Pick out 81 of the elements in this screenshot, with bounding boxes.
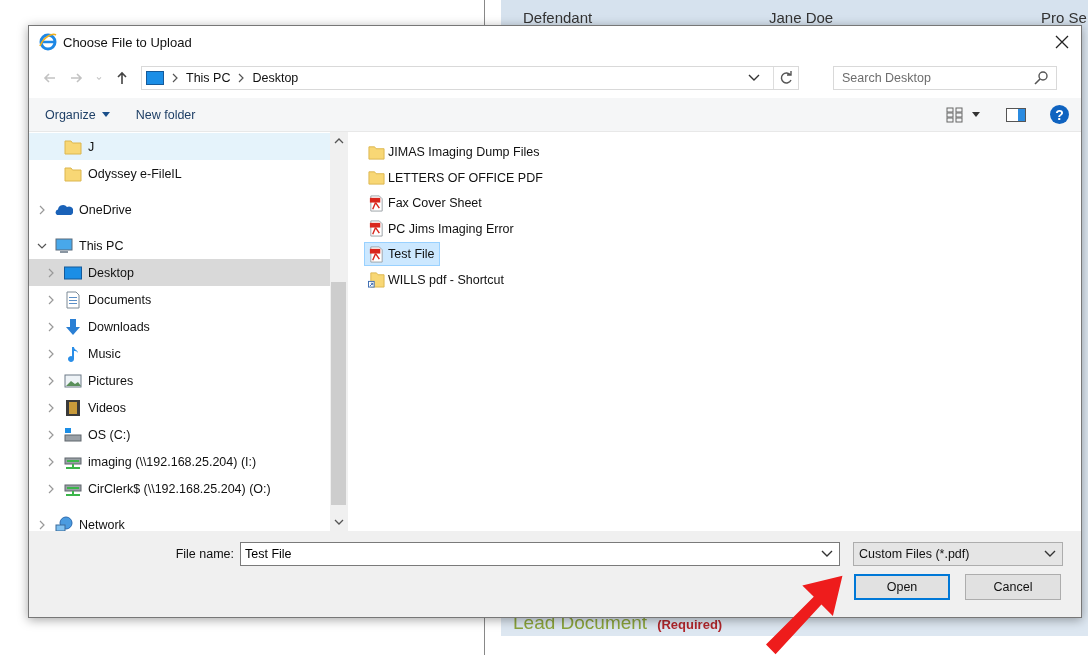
chevron-icon: [171, 73, 179, 83]
file-type-dropdown[interactable]: Custom Files (*.pdf): [853, 542, 1063, 566]
file-item[interactable]: WILLS pdf - Shortcut: [364, 267, 510, 292]
nav-item[interactable]: Odyssey e-FileIL: [29, 160, 330, 187]
nav-item[interactable]: This PC: [29, 232, 330, 259]
search-icon: [1034, 71, 1048, 85]
close-icon[interactable]: [1055, 35, 1069, 49]
cancel-button[interactable]: Cancel: [965, 574, 1061, 600]
nav-item[interactable]: Pictures: [29, 367, 330, 394]
down-arrow-icon: [64, 317, 82, 336]
chevron-right-icon[interactable]: [46, 429, 56, 440]
picture-icon: [64, 371, 82, 390]
chevron-right-icon[interactable]: [46, 321, 56, 332]
document-icon: [64, 290, 82, 309]
file-item[interactable]: PC Jims Imaging Error: [364, 216, 519, 241]
file-item[interactable]: LETTERS OF OFFICE PDF: [364, 165, 548, 190]
browser-logo-icon: [39, 33, 57, 51]
folder-icon: [64, 164, 82, 183]
chevron-right-icon[interactable]: [46, 456, 56, 467]
chevron-down-icon[interactable]: [748, 74, 760, 82]
folder-icon: [64, 137, 82, 156]
folder-icon: [368, 143, 385, 161]
nav-item[interactable]: Network: [29, 511, 330, 538]
party-role: Defendant: [523, 9, 594, 26]
nav-item[interactable]: OS (C:): [29, 421, 330, 448]
chevron-right-icon[interactable]: [46, 267, 56, 278]
nav-item[interactable]: CirClerk$ (\\192.168.25.204) (O:): [29, 475, 330, 502]
globe-icon: [55, 515, 73, 534]
search-box[interactable]: Search Desktop: [833, 66, 1057, 90]
nav-item[interactable]: imaging (\\192.168.25.204) (I:): [29, 448, 330, 475]
nav-item[interactable]: Documents: [29, 286, 330, 313]
new-folder-button[interactable]: New folder: [131, 107, 200, 122]
party-name: Jane Doe: [769, 9, 835, 26]
party-representation: Pro Se: [1041, 9, 1087, 26]
file-item[interactable]: Fax Cover Sheet: [364, 191, 487, 215]
nav-item[interactable]: Music: [29, 340, 330, 367]
required-note: (Required): [657, 617, 723, 632]
folder-icon: [368, 169, 385, 186]
file-item[interactable]: JIMAS Imaging Dump Files: [364, 140, 545, 164]
chevron-right-icon[interactable]: [46, 483, 56, 494]
breadcrumb-item[interactable]: This PC: [186, 71, 231, 85]
chevron-right-icon[interactable]: [46, 375, 56, 386]
pdf-icon: [368, 245, 385, 263]
scrollbar[interactable]: [330, 132, 347, 531]
help-icon[interactable]: ?: [1050, 105, 1069, 124]
nav-item[interactable]: Downloads: [29, 313, 330, 340]
monitor-icon: [55, 236, 73, 255]
film-icon: [64, 398, 82, 417]
dialog-title: Choose File to Upload: [63, 34, 193, 50]
preview-pane-icon[interactable]: [1006, 107, 1026, 122]
caret-icon: [101, 112, 110, 117]
shortcut-folder-icon: [368, 271, 385, 288]
nav-item[interactable]: Desktop: [29, 259, 330, 286]
file-item[interactable]: Test File: [364, 242, 440, 266]
chevron-right-icon[interactable]: [46, 294, 56, 305]
open-button[interactable]: Open: [854, 574, 950, 600]
chevron-down-icon: [1044, 550, 1056, 558]
chevron-right-icon[interactable]: [37, 204, 47, 215]
scroll-down-icon[interactable]: [333, 519, 344, 525]
view-options-icon[interactable]: [946, 106, 964, 123]
chevron-right-icon[interactable]: [37, 519, 47, 530]
chevron-right-icon[interactable]: [46, 402, 56, 413]
drive-icon: [64, 425, 82, 444]
nav-item[interactable]: Videos: [29, 394, 330, 421]
search-field[interactable]: Search Desktop: [842, 67, 1034, 89]
caret-icon[interactable]: [972, 112, 980, 117]
scroll-up-icon[interactable]: [333, 138, 344, 144]
section-title: Lead Document: [513, 612, 648, 634]
pdf-icon: [368, 194, 385, 212]
address-bar[interactable]: This PC Desktop: [141, 66, 799, 90]
pdf-icon: [368, 220, 385, 237]
chevron-icon: [237, 73, 246, 83]
nav-item[interactable]: J: [29, 133, 330, 160]
nav-item[interactable]: OneDrive: [29, 196, 330, 223]
screen-icon: [64, 263, 82, 282]
breadcrumb-item[interactable]: Desktop: [252, 71, 299, 85]
screen-icon: [146, 71, 164, 85]
chevron-down-icon[interactable]: [821, 550, 833, 558]
chevron-right-icon[interactable]: [46, 348, 56, 359]
file-name-label: File name:: [174, 547, 235, 561]
organize-menu[interactable]: Organize: [41, 107, 114, 122]
